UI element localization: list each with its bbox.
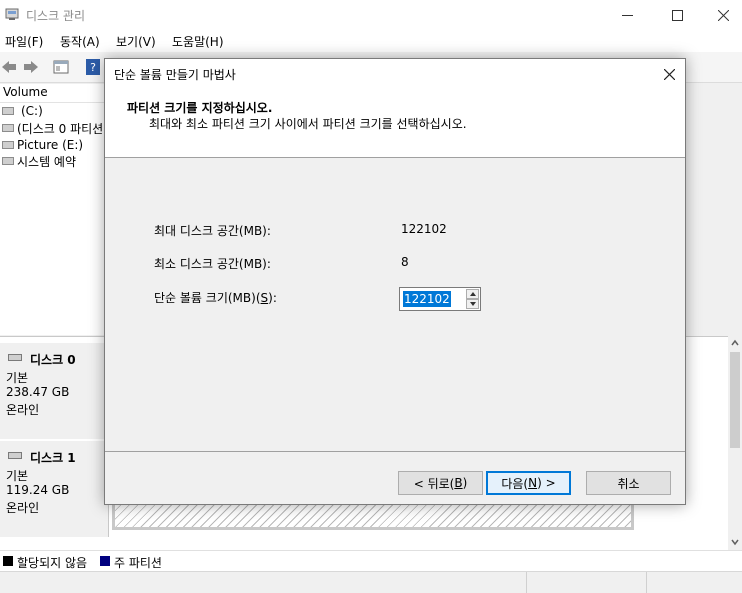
window-title: 디스크 관리 <box>26 9 86 23</box>
back-button-label: < 뒤로( <box>413 476 455 491</box>
menu-file[interactable]: 파일(F) <box>5 33 43 50</box>
volume-name: 시스템 예약 <box>17 154 77 169</box>
volume-column-header[interactable]: Volume <box>0 84 106 103</box>
disk-icon <box>8 452 22 459</box>
volume-size-access-key: S <box>260 291 269 305</box>
legend-label-unallocated: 할당되지 않음 <box>17 556 88 570</box>
minimize-button[interactable] <box>604 0 650 30</box>
volume-size-input[interactable] <box>401 289 465 309</box>
drive-icon <box>2 107 14 115</box>
legend-label-primary: 주 파티션 <box>114 556 162 570</box>
console-tree-icon[interactable] <box>52 58 70 76</box>
disk-name: 디스크 0 <box>30 353 76 367</box>
status-divider <box>526 572 527 593</box>
legend-swatch-unallocated <box>3 556 13 566</box>
disk-0-label[interactable]: 디스크 0 기본 238.47 GB 온라인 <box>0 343 109 439</box>
help-icon[interactable]: ? <box>84 58 102 76</box>
svg-text:?: ? <box>90 61 96 74</box>
title-bar: 디스크 관리 <box>0 0 742 30</box>
volume-list: (C:) (디스크 0 파티션 Picture (E:) 시스템 예약 <box>0 103 106 335</box>
menu-view[interactable]: 보기(V) <box>116 33 156 50</box>
close-window-button[interactable] <box>700 0 742 30</box>
disk-icon <box>8 354 22 361</box>
disk-management-app-icon <box>5 8 19 20</box>
spin-up-icon <box>469 292 476 296</box>
wizard-subheading: 최대와 최소 파티션 크기 사이에서 파티션 크기를 선택하십시오. <box>149 117 467 131</box>
dialog-title-bar: 단순 볼륨 만들기 마법사 <box>105 59 685 89</box>
disk-status: 온라인 <box>6 501 40 515</box>
volume-header-label: Volume <box>3 85 48 99</box>
wizard-header: 파티션 크기를 지정하십시오. 최대와 최소 파티션 크기 사이에서 파티션 크… <box>105 89 685 158</box>
volume-size-spinbox: 122102 <box>399 287 481 311</box>
button-area-separator <box>105 451 685 452</box>
close-icon <box>717 9 729 21</box>
volume-row[interactable]: (디스크 0 파티션 <box>0 120 103 136</box>
disk-name: 디스크 1 <box>30 451 76 465</box>
forward-arrow-icon[interactable] <box>22 58 40 76</box>
min-space-label: 최소 디스크 공간(MB): <box>154 257 271 271</box>
volume-row[interactable]: (C:) <box>0 103 43 119</box>
minimize-icon <box>621 14 633 16</box>
maximize-icon <box>671 9 683 21</box>
volume-row[interactable]: 시스템 예약 <box>0 153 76 169</box>
volume-size-label-text: 단순 볼륨 크기(MB)( <box>154 291 261 305</box>
next-button[interactable]: 다음(N) > <box>486 471 571 495</box>
volume-name: Picture (E:) <box>17 138 84 152</box>
spin-down-button[interactable] <box>466 299 479 309</box>
max-space-value: 122102 <box>401 222 447 236</box>
drive-icon <box>2 141 14 149</box>
status-divider <box>646 572 647 593</box>
min-space-value: 8 <box>401 255 409 269</box>
new-simple-volume-wizard-dialog: 단순 볼륨 만들기 마법사 파티션 크기를 지정하십시오. 최대와 최소 파티션… <box>104 58 686 505</box>
vertical-scrollbar[interactable] <box>728 336 742 550</box>
volume-size-label-end: ): <box>268 291 277 305</box>
volume-name: (C:) <box>21 104 43 118</box>
volume-name: (디스크 0 파티션 <box>17 121 104 136</box>
legend-swatch-primary <box>100 556 110 566</box>
disk-type: 기본 <box>6 469 29 483</box>
scroll-down-icon[interactable] <box>731 538 739 546</box>
menu-bar: 파일(F) 동작(A) 보기(V) 도움말(H) <box>0 30 742 52</box>
scroll-up-icon[interactable] <box>731 339 739 347</box>
menu-action[interactable]: 동작(A) <box>60 33 100 50</box>
drive-icon <box>2 157 14 165</box>
menu-help[interactable]: 도움말(H) <box>172 33 224 50</box>
back-access-key: B <box>454 476 463 490</box>
wizard-heading: 파티션 크기를 지정하십시오. <box>127 101 273 115</box>
volume-row[interactable]: Picture (E:) <box>0 137 83 153</box>
dialog-title: 단순 볼륨 만들기 마법사 <box>114 68 236 82</box>
next-button-label-end: ) > <box>537 476 556 490</box>
spin-down-icon <box>469 302 476 306</box>
disk-status: 온라인 <box>6 403 40 417</box>
dialog-close-button[interactable] <box>654 59 684 89</box>
disk-size: 238.47 GB <box>6 385 70 399</box>
legend-bar: 할당되지 않음 주 파티션 <box>0 550 742 571</box>
volume-size-label: 단순 볼륨 크기(MB)(S): <box>154 289 277 306</box>
close-icon <box>663 68 675 80</box>
drive-icon <box>2 124 14 132</box>
disk-1-label[interactable]: 디스크 1 기본 119.24 GB 온라인 <box>0 441 109 537</box>
spin-up-button[interactable] <box>466 289 479 299</box>
scrollbar-thumb[interactable] <box>730 352 740 448</box>
back-arrow-icon[interactable] <box>0 58 18 76</box>
max-space-label: 최대 디스크 공간(MB): <box>154 224 271 238</box>
disk-size: 119.24 GB <box>6 483 70 497</box>
status-bar <box>0 571 742 593</box>
next-access-key: N <box>528 476 538 490</box>
next-button-label: 다음( <box>501 476 529 491</box>
maximize-button[interactable] <box>654 0 700 30</box>
cancel-button[interactable]: 취소 <box>586 471 671 495</box>
back-button-label-end: ) <box>462 476 468 490</box>
back-button[interactable]: < 뒤로(B) <box>398 471 483 495</box>
disk-type: 기본 <box>6 371 29 385</box>
